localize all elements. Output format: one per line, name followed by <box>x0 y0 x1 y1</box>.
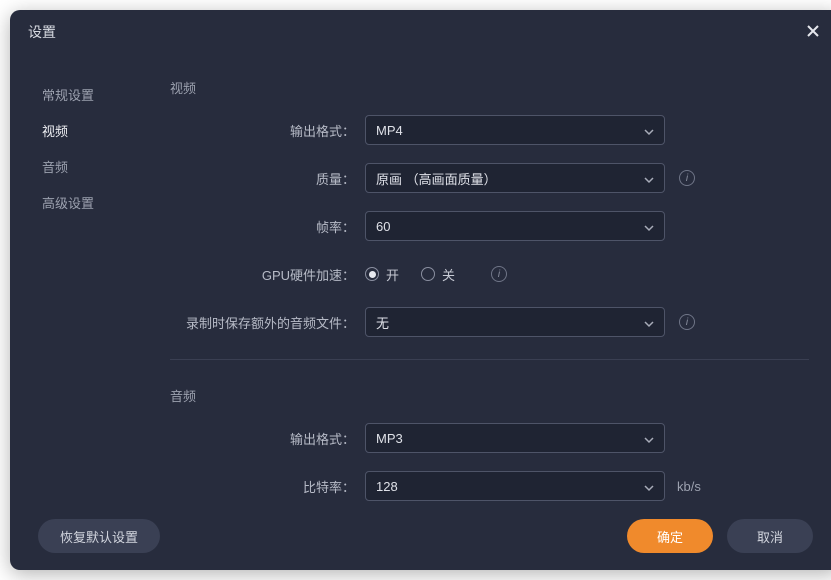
row-extra-audio: 录制时保存额外的音频文件： 无 i <box>170 307 809 337</box>
row-bitrate: 比特率： 128 kb/s <box>170 471 809 501</box>
row-audio-format: 输出格式： MP3 <box>170 423 809 453</box>
sidebar-item-label: 高级设置 <box>42 193 94 212</box>
cancel-button[interactable]: 取消 <box>727 519 813 553</box>
radio-label: 关 <box>442 265 455 284</box>
row-output-format: 输出格式： MP4 <box>170 115 809 145</box>
restore-defaults-button[interactable]: 恢复默认设置 <box>38 519 160 553</box>
sidebar-item-label: 视频 <box>42 121 68 140</box>
label-audio-format: 输出格式： <box>170 429 365 448</box>
close-icon <box>806 24 820 41</box>
chevron-down-icon <box>644 221 654 231</box>
audio-section-title: 音频 <box>170 386 809 405</box>
row-quality: 质量： 原画 （高画面质量） i <box>170 163 809 193</box>
info-icon-quality[interactable]: i <box>679 170 695 186</box>
chevron-down-icon <box>644 317 654 327</box>
select-value: 128 <box>376 479 398 494</box>
chevron-down-icon <box>644 433 654 443</box>
row-framerate: 帧率： 60 <box>170 211 809 241</box>
select-output-format[interactable]: MP4 <box>365 115 665 145</box>
dialog-body: 常规设置 视频 音频 高级设置 视频 输出格式： MP4 质量： 原画 （高画面… <box>10 54 831 502</box>
titlebar: 设置 <box>10 10 831 54</box>
select-value: MP3 <box>376 431 403 446</box>
chevron-down-icon <box>644 173 654 183</box>
select-value: 60 <box>376 219 390 234</box>
close-button[interactable] <box>803 22 823 42</box>
select-quality[interactable]: 原画 （高画面质量） <box>365 163 665 193</box>
radio-group-gpu: 开 关 i <box>365 259 507 289</box>
radio-gpu-off[interactable]: 关 <box>421 265 455 284</box>
settings-dialog: 设置 常规设置 视频 音频 高级设置 视频 输出格式： MP4 质量： <box>10 10 831 570</box>
radio-gpu-on[interactable]: 开 <box>365 265 399 284</box>
main-panel: 视频 输出格式： MP4 质量： 原画 （高画面质量） i 帧率： <box>160 54 831 502</box>
label-bitrate: 比特率： <box>170 477 365 496</box>
video-section-title: 视频 <box>170 78 809 97</box>
divider <box>170 359 809 360</box>
dialog-title: 设置 <box>28 22 56 42</box>
select-framerate[interactable]: 60 <box>365 211 665 241</box>
sidebar-item-audio[interactable]: 音频 <box>10 148 160 184</box>
sidebar-item-general[interactable]: 常规设置 <box>10 76 160 112</box>
sidebar: 常规设置 视频 音频 高级设置 <box>10 54 160 502</box>
label-gpu-accel: GPU硬件加速： <box>170 265 365 284</box>
label-framerate: 帧率： <box>170 217 365 236</box>
radio-label: 开 <box>386 265 399 284</box>
select-bitrate[interactable]: 128 <box>365 471 665 501</box>
ok-button[interactable]: 确定 <box>627 519 713 553</box>
label-quality: 质量： <box>170 169 365 188</box>
select-value: 无 <box>376 313 389 332</box>
label-output-format: 输出格式： <box>170 121 365 140</box>
sidebar-item-advanced[interactable]: 高级设置 <box>10 184 160 220</box>
select-audio-format[interactable]: MP3 <box>365 423 665 453</box>
sidebar-item-label: 常规设置 <box>42 85 94 104</box>
info-icon-gpu[interactable]: i <box>491 266 507 282</box>
select-value: 原画 （高画面质量） <box>376 169 497 188</box>
info-icon-extra-audio[interactable]: i <box>679 314 695 330</box>
select-extra-audio[interactable]: 无 <box>365 307 665 337</box>
chevron-down-icon <box>644 125 654 135</box>
radio-dot-icon <box>365 267 379 281</box>
label-extra-audio: 录制时保存额外的音频文件： <box>170 313 365 332</box>
radio-dot-icon <box>421 267 435 281</box>
row-gpu-accel: GPU硬件加速： 开 关 i <box>170 259 809 289</box>
sidebar-item-video[interactable]: 视频 <box>10 112 160 148</box>
select-value: MP4 <box>376 123 403 138</box>
chevron-down-icon <box>644 481 654 491</box>
bitrate-unit: kb/s <box>677 479 701 494</box>
sidebar-item-label: 音频 <box>42 157 68 176</box>
